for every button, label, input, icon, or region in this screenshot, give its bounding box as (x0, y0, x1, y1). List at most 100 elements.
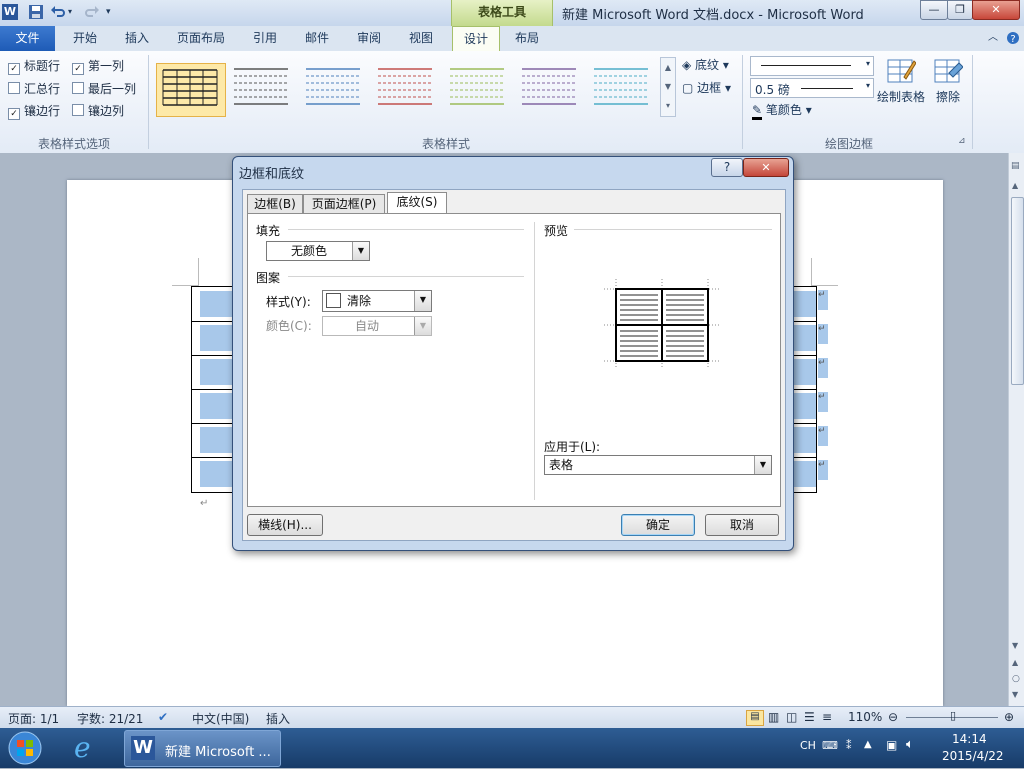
zoom-out-icon[interactable]: ⊖ (888, 710, 898, 724)
pattern-style-value: 清除 (347, 294, 372, 308)
total-row-label: 汇总行 (24, 82, 61, 96)
horizontal-line-button[interactable]: 横线(H)... (247, 514, 323, 536)
eraser-button[interactable]: 擦除 (930, 57, 966, 113)
minimize-button[interactable]: — (920, 0, 948, 20)
save-icon[interactable] (28, 4, 44, 20)
group-divider (148, 55, 149, 149)
clock-date[interactable]: 2015/4/22 (942, 749, 1004, 763)
banded-rows-checkbox[interactable]: ✓ 镶边行 (8, 102, 60, 120)
word-app-icon[interactable]: W (2, 4, 18, 20)
previous-page-icon[interactable]: ▲ (1012, 658, 1018, 667)
fill-color-dropdown[interactable]: 无颜色 ▼ (266, 241, 370, 261)
zoom-level[interactable]: 110% (848, 710, 882, 724)
keyboard-icon[interactable]: ⌨ (822, 739, 838, 752)
taskbar-word-button[interactable]: W 新建 Microsoft ... (124, 730, 281, 767)
tab-shading[interactable]: 底纹(S) (387, 192, 447, 214)
dialog-launcher-icon[interactable]: ⊿ (958, 136, 966, 146)
total-row-checkbox[interactable]: 汇总行 (8, 80, 60, 97)
banded-columns-checkbox[interactable]: 镶边列 (72, 102, 124, 119)
redo-icon[interactable] (84, 4, 100, 20)
scroll-thumb[interactable] (1011, 197, 1024, 385)
close-button[interactable]: ✕ (972, 0, 1020, 20)
full-screen-reading-view-icon[interactable]: ▥ (768, 710, 779, 724)
help-icon[interactable]: ? (1004, 26, 1022, 50)
draw-table-button[interactable]: 绘制表格 (876, 57, 926, 113)
last-column-checkbox[interactable]: 最后一列 (72, 80, 136, 97)
tab-view[interactable]: 视图 (400, 26, 442, 50)
word-count[interactable]: 字数: 21/21 (77, 710, 143, 727)
print-layout-view-icon[interactable]: ▤ (746, 710, 764, 726)
ok-button[interactable]: 确定 (621, 514, 695, 536)
volume-icon[interactable]: 🔈︎ (906, 737, 914, 752)
next-page-icon[interactable]: ▼ (1012, 690, 1018, 699)
start-button[interactable] (6, 730, 44, 766)
tab-mailings[interactable]: 邮件 (296, 26, 338, 50)
language-indicator[interactable]: 中文(中国) (192, 710, 249, 727)
gallery-more-icon[interactable]: ▾ (661, 96, 675, 115)
tab-layout[interactable]: 布局 (506, 26, 548, 50)
table-right-visible-part[interactable] (792, 286, 817, 493)
ime-options-icon[interactable]: ⁑ (846, 739, 852, 752)
table-style-option[interactable] (516, 63, 584, 115)
table-style-option[interactable] (300, 63, 368, 115)
table-style-option[interactable] (372, 63, 440, 115)
scroll-up-icon[interactable]: ▲ (1012, 181, 1018, 190)
customize-quick-access-icon[interactable]: ▾ (106, 4, 122, 20)
first-column-checkbox[interactable]: ✓ 第一列 (72, 57, 124, 75)
tab-home[interactable]: 开始 (64, 26, 106, 50)
outline-view-icon[interactable]: ☰ (804, 710, 815, 724)
cancel-button[interactable]: 取消 (705, 514, 779, 536)
vertical-scrollbar[interactable]: ▤ ▲ ▼ ▲ ○ ▼ (1008, 153, 1024, 706)
table-style-thumbnail (234, 68, 288, 105)
table-style-option[interactable] (444, 63, 512, 115)
tab-page-layout[interactable]: 页面布局 (170, 26, 232, 50)
show-hidden-icons-icon[interactable]: ▲ (864, 739, 872, 750)
proofing-check-icon[interactable]: ✔ (158, 710, 168, 724)
table-style-option[interactable] (588, 63, 656, 115)
shading-button[interactable]: ◈ 底纹 ▾ (682, 56, 729, 73)
zoom-in-icon[interactable]: ⊕ (1004, 710, 1014, 724)
line-style-dropdown[interactable]: ▾ (750, 56, 874, 76)
minimize-ribbon-icon[interactable]: ︿ (984, 26, 1002, 50)
line-weight-dropdown[interactable]: 0.5 磅 ▾ (750, 78, 874, 98)
tab-file[interactable]: 文件 (0, 26, 55, 51)
tab-borders[interactable]: 边框(B) (247, 194, 303, 213)
pen-color-button[interactable]: ✎ 笔颜色 ▾ (752, 101, 812, 120)
pattern-style-dropdown[interactable]: 清除 ▼ (322, 290, 432, 312)
gallery-up-icon[interactable]: ▲ (661, 58, 675, 77)
tab-review[interactable]: 审阅 (348, 26, 390, 50)
header-row-checkbox[interactable]: ✓ 标题行 (8, 57, 60, 75)
clock-time[interactable]: 14:14 (952, 732, 987, 746)
tab-references[interactable]: 引用 (244, 26, 286, 50)
pattern-color-value: 自动 (355, 319, 380, 333)
tab-design[interactable]: 设计 (452, 26, 500, 52)
page-count[interactable]: 页面: 1/1 (8, 710, 59, 727)
table-style-option[interactable] (228, 63, 296, 115)
undo-dropdown-icon[interactable]: ▾ (68, 4, 84, 20)
tab-page-border[interactable]: 页面边框(P) (303, 194, 385, 213)
web-layout-view-icon[interactable]: ◫ (786, 710, 797, 724)
first-column-label: 第一列 (88, 59, 125, 73)
dialog-close-button[interactable]: ✕ (743, 158, 789, 177)
network-icon[interactable]: ▣ (886, 738, 897, 752)
borders-button[interactable]: ▢ 边框 ▾ (682, 79, 731, 96)
gallery-scroll[interactable]: ▲ ▼ ▾ (660, 57, 676, 117)
zoom-slider-thumb[interactable]: ▯ (950, 709, 956, 722)
gallery-down-icon[interactable]: ▼ (661, 77, 675, 96)
pattern-color-dropdown[interactable]: 自动 ▼ (322, 316, 432, 336)
insert-mode-indicator[interactable]: 插入 (266, 710, 290, 727)
internet-explorer-icon[interactable]: e (74, 732, 106, 764)
tab-insert[interactable]: 插入 (116, 26, 158, 50)
apply-to-dropdown[interactable]: 表格 ▼ (544, 455, 772, 475)
table-style-thumbnail (378, 68, 432, 105)
ime-indicator[interactable]: CH (800, 739, 816, 752)
undo-icon[interactable] (50, 4, 66, 20)
draft-view-icon[interactable]: ≡ (822, 710, 832, 724)
restore-button[interactable]: ❐ (947, 0, 973, 20)
ruler-toggle-icon[interactable]: ▤ (1011, 161, 1020, 171)
scroll-down-icon[interactable]: ▼ (1012, 641, 1018, 650)
table-left-visible-part[interactable] (191, 286, 235, 493)
table-style-option[interactable] (156, 63, 226, 117)
select-browse-object-icon[interactable]: ○ (1012, 674, 1020, 684)
dialog-help-button[interactable]: ? (711, 158, 743, 177)
